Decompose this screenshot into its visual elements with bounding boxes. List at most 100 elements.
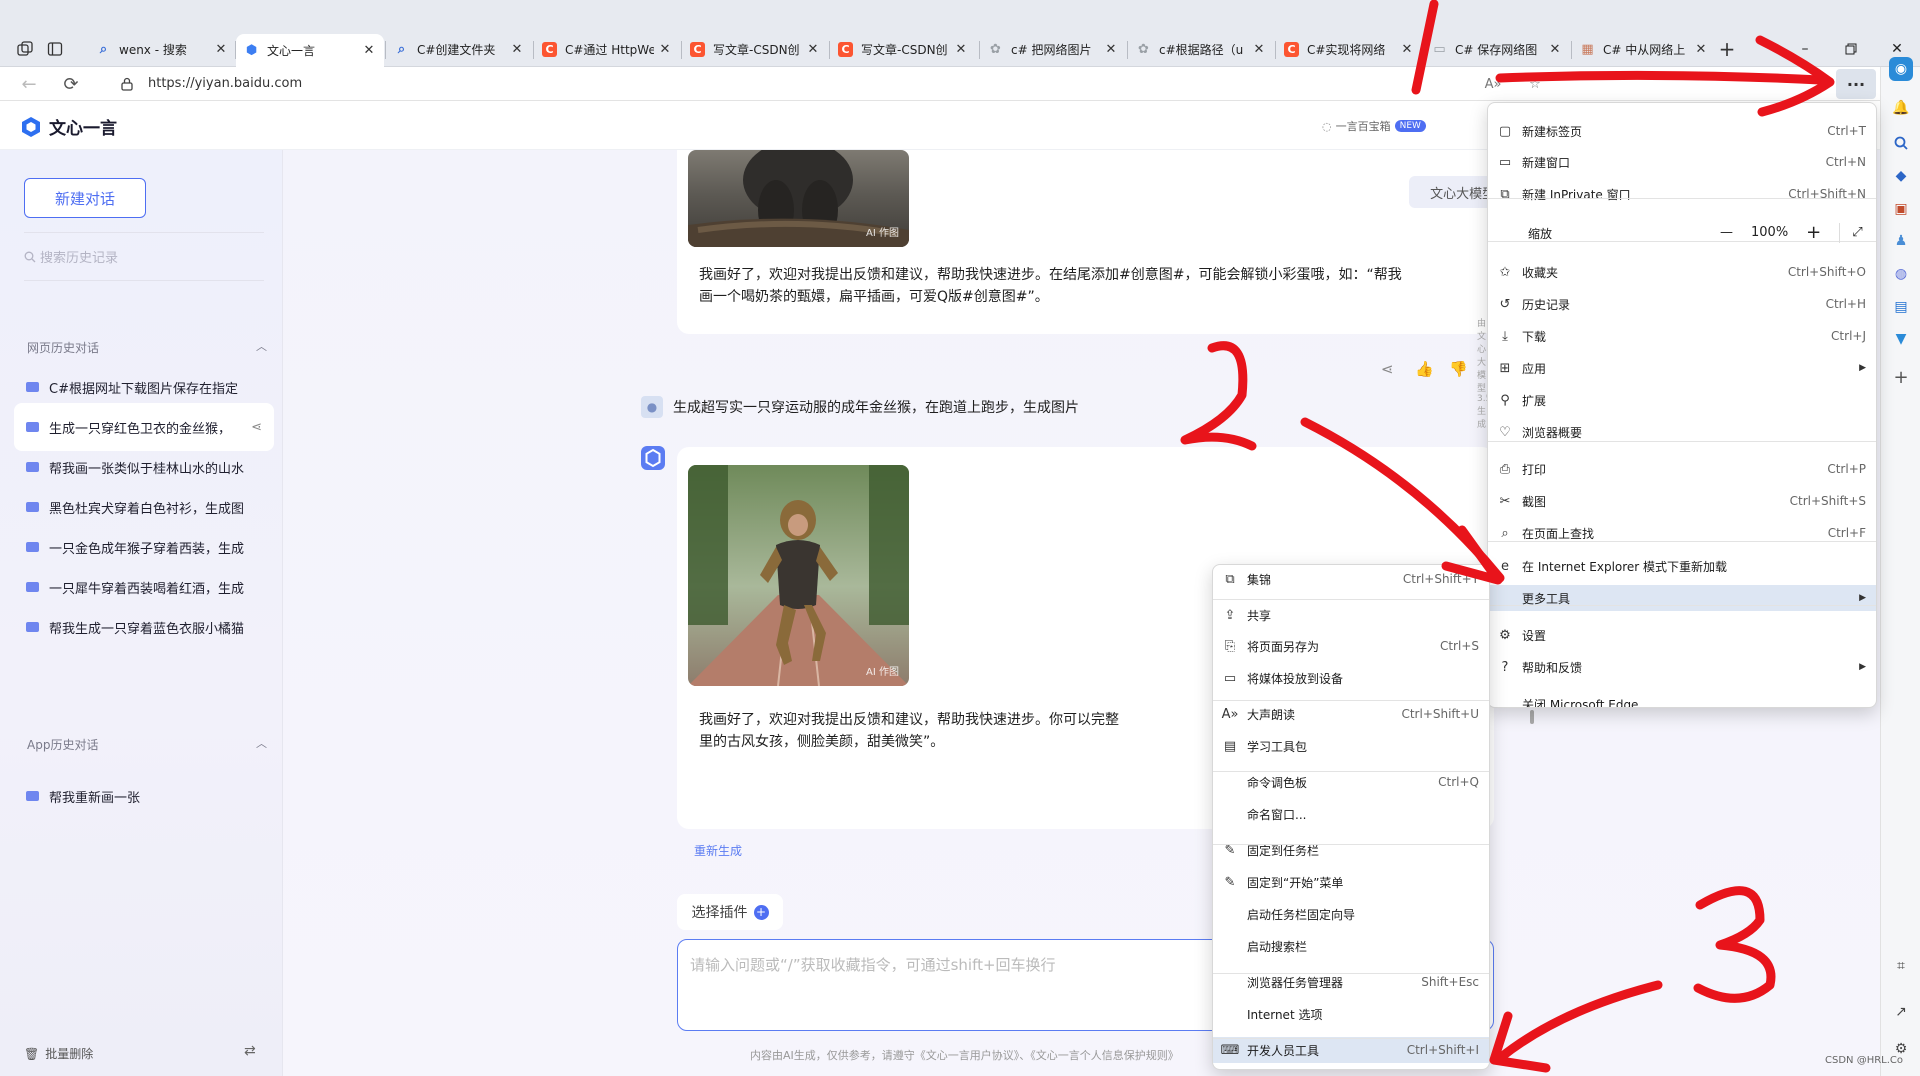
browser-tab[interactable]: C C#通过 HttpWe ✕ <box>534 34 680 64</box>
open-external-icon[interactable]: ↗ <box>1889 1000 1913 1024</box>
browser-tab[interactable]: ✿ c# 把网络图片 ✕ <box>980 34 1126 64</box>
zoom-in-button[interactable]: + <box>1806 222 1821 243</box>
close-tab-icon[interactable]: ✕ <box>954 42 968 57</box>
menu-item[interactable]: ▢ 新建标签页 Ctrl+T <box>1488 118 1876 144</box>
history-search-input[interactable]: 搜索历史记录 <box>24 247 118 266</box>
menu-item[interactable]: ✂ 截图 Ctrl+Shift+S <box>1488 488 1876 514</box>
tab-actions-icon[interactable] <box>42 37 68 61</box>
close-tab-icon[interactable]: ✕ <box>1400 42 1414 57</box>
baoxiang-link[interactable]: ◌ 一言百宝箱 NEW <box>1322 118 1426 134</box>
tag-icon[interactable]: ◆ <box>1889 164 1913 188</box>
menu-item[interactable]: ⇪ 共享 <box>1213 602 1489 628</box>
close-tab-icon[interactable]: ✕ <box>1694 42 1708 57</box>
menu-item[interactable]: 更多工具 ▶ <box>1488 585 1876 611</box>
close-tab-icon[interactable]: ✕ <box>1548 42 1562 57</box>
menu-item[interactable]: ✩ 收藏夹 Ctrl+Shift+O <box>1488 259 1876 285</box>
share-icon[interactable]: ⋖ <box>1381 360 1394 378</box>
drop-icon[interactable]: ▼ <box>1889 327 1913 351</box>
menu-item[interactable]: A» 大声朗读 Ctrl+Shift+U <box>1213 701 1489 727</box>
minimize-button[interactable]: – <box>1786 37 1824 61</box>
url-field[interactable]: https://yiyan.baidu.com <box>148 76 302 91</box>
regenerate-link[interactable]: 重新生成 <box>694 842 742 859</box>
collapse-chevron-icon[interactable]: ︿ <box>256 735 267 751</box>
menu-item[interactable]: ⚲ 扩展 <box>1488 387 1876 413</box>
collapse-chevron-icon[interactable]: ︿ <box>256 338 267 354</box>
restore-button[interactable] <box>1832 37 1870 61</box>
scrollbar-thumb[interactable] <box>1530 710 1534 724</box>
browser-tab[interactable]: ⬢ 文心一言 ✕ <box>236 34 384 67</box>
menu-item[interactable]: ⚙ 设置 <box>1488 622 1876 648</box>
new-tab-plus-icon[interactable]: + <box>1714 37 1740 61</box>
add-sidebar-app-icon[interactable]: + <box>1889 365 1913 389</box>
refresh-icon[interactable]: ⟳ <box>56 71 86 97</box>
browser-tab[interactable]: C C#实现将网络 ✕ <box>1276 34 1422 64</box>
browser-tab[interactable]: C 写文章-CSDN创 ✕ <box>830 34 976 64</box>
browser-tab[interactable]: ✿ c#根据路径（u ✕ <box>1128 34 1274 64</box>
menu-item[interactable]: 关闭 Microsoft Edge <box>1488 691 1876 708</box>
browser-tab[interactable]: ⌕ C#创建文件夹 ✕ <box>386 34 532 64</box>
menu-item[interactable]: ⊞ 应用 ▶ <box>1488 355 1876 381</box>
swap-icon[interactable]: ⇄ <box>244 1043 256 1059</box>
menu-item[interactable]: ▭ 新建窗口 Ctrl+N <box>1488 149 1876 175</box>
favorite-icon[interactable]: ☆ <box>1520 71 1550 97</box>
browser-tab[interactable]: ▦ C# 中从网络上 ✕ <box>1572 34 1716 64</box>
screenshot-icon[interactable]: ⌗ <box>1889 954 1913 978</box>
menu-item[interactable]: ▤ 学习工具包 <box>1213 733 1489 759</box>
menu-item[interactable]: ⎙ 打印 Ctrl+P <box>1488 456 1876 482</box>
workspaces-icon[interactable] <box>12 37 38 61</box>
menu-item[interactable]: 启动任务栏固定向导 <box>1213 901 1489 927</box>
read-aloud-icon[interactable]: A» <box>1478 71 1508 97</box>
menu-separator <box>1488 605 1876 606</box>
menu-item[interactable]: 命名窗口... <box>1213 801 1489 827</box>
close-tab-icon[interactable]: ✕ <box>362 43 376 58</box>
menu-item[interactable]: ⎘ 将页面另存为 Ctrl+S <box>1213 633 1489 659</box>
new-chat-button[interactable]: 新建对话 <box>24 178 146 218</box>
close-tab-icon[interactable]: ✕ <box>658 42 672 57</box>
notification-bell-icon[interactable]: 🔔 <box>1889 96 1913 120</box>
outlook-icon[interactable]: ▤ <box>1889 295 1913 319</box>
generated-image-running-monkey[interactable]: AI 作图 <box>688 465 909 686</box>
history-item[interactable]: 帮我重新画一张 <box>14 772 274 820</box>
menu-item[interactable]: Internet 选项 <box>1213 1001 1489 1027</box>
settings-and-more-button[interactable]: ··· <box>1836 69 1876 99</box>
close-tab-icon[interactable]: ✕ <box>1104 42 1118 57</box>
menu-item[interactable]: ⤓ 下载 Ctrl+J <box>1488 323 1876 349</box>
fullscreen-icon[interactable]: ⤢ <box>1852 225 1862 240</box>
back-icon[interactable]: ← <box>14 71 44 97</box>
games-icon[interactable]: ◍ <box>1889 262 1913 286</box>
menu-item[interactable]: ⌕ 在页面上查找 Ctrl+F <box>1488 520 1876 546</box>
lock-icon[interactable] <box>112 71 142 97</box>
history-item[interactable]: 帮我生成一只穿着蓝色衣服小橘猫 <box>14 603 274 651</box>
close-tab-icon[interactable]: ✕ <box>214 42 228 57</box>
menu-item[interactable]: ? 帮助和反馈 ▶ <box>1488 654 1876 680</box>
zoom-out-button[interactable]: — <box>1720 225 1733 240</box>
people-icon[interactable]: ♟ <box>1889 229 1913 253</box>
menu-item[interactable]: ✎ 固定到“开始”菜单 <box>1213 869 1489 895</box>
batch-delete-button[interactable]: 🗑 批量删除 <box>24 1045 93 1062</box>
toolbox-icon[interactable]: ▣ <box>1889 197 1913 221</box>
close-tab-icon[interactable]: ✕ <box>1252 42 1266 57</box>
menu-item[interactable]: ↺ 历史记录 Ctrl+H <box>1488 291 1876 317</box>
plugin-selector[interactable]: 选择插件 + <box>677 894 783 930</box>
menu-item[interactable]: ⌨ 开发人员工具 Ctrl+Shift+I <box>1213 1037 1489 1063</box>
browser-tab[interactable]: ▭ C# 保存网络图 ✕ <box>1424 34 1570 64</box>
wenxin-logo[interactable]: 文心一言 <box>20 114 117 139</box>
search-icon[interactable] <box>1889 131 1913 155</box>
close-tab-icon[interactable]: ✕ <box>510 42 524 57</box>
thumbs-down-icon[interactable]: 👎 <box>1449 360 1468 378</box>
browser-tab[interactable]: C 写文章-CSDN创 ✕ <box>682 34 828 64</box>
menu-item[interactable]: 命令调色板 Ctrl+Q <box>1213 769 1489 795</box>
menu-item[interactable]: e 在 Internet Explorer 模式下重新加载 <box>1488 553 1876 579</box>
thumbs-up-icon[interactable]: 👍 <box>1415 360 1434 378</box>
copilot-icon[interactable]: ◉ <box>1889 57 1913 81</box>
generated-image-monkey-sitting[interactable]: AI 作图 <box>688 150 909 247</box>
menu-item[interactable]: ✎ 固定到任务栏 <box>1213 837 1489 863</box>
menu-item[interactable]: ⧉ 集锦 Ctrl+Shift+Y <box>1213 566 1489 592</box>
close-tab-icon[interactable]: ✕ <box>806 42 820 57</box>
menu-item[interactable]: ▭ 将媒体投放到设备 <box>1213 665 1489 691</box>
menu-item-label: 截图 <box>1522 494 1547 509</box>
browser-tab[interactable]: ⌕ wenx - 搜索 ✕ <box>88 34 236 64</box>
share-icon[interactable]: ⋖ <box>251 420 262 435</box>
menu-item[interactable]: ⧉ 新建 InPrivate 窗口 Ctrl+Shift+N <box>1488 181 1876 207</box>
menu-item[interactable]: 启动搜索栏 <box>1213 933 1489 959</box>
